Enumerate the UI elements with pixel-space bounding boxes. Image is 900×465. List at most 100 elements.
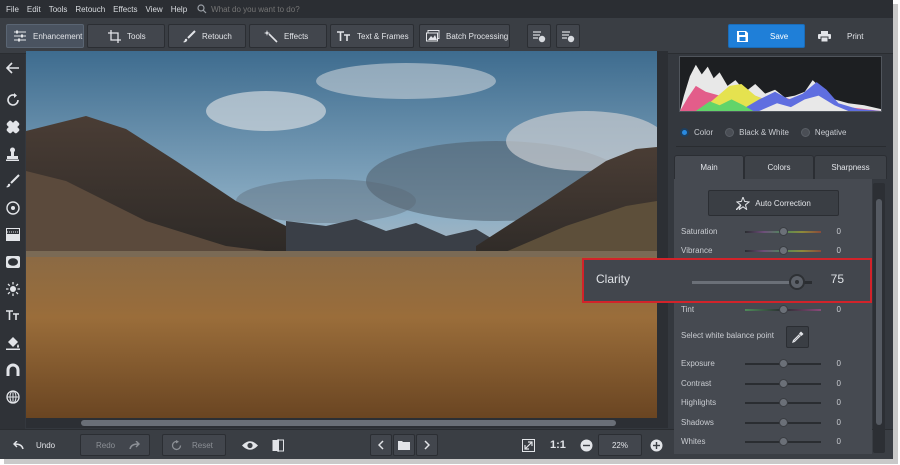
- clarity-slider-callout[interactable]: Clarity 75: [582, 258, 872, 303]
- contrast-slider[interactable]: Contrast 0: [681, 378, 841, 390]
- export-settings-button[interactable]: [556, 24, 580, 48]
- highlights-label: Highlights: [681, 398, 717, 407]
- zoom-level-field[interactable]: 22%: [598, 434, 642, 456]
- open-folder-button[interactable]: [393, 434, 415, 456]
- next-image-button[interactable]: [416, 434, 438, 456]
- vignette-tool[interactable]: [5, 254, 20, 269]
- photo-vertical-scrollbar[interactable]: [657, 51, 668, 428]
- search-input[interactable]: [211, 4, 372, 14]
- tint-slider[interactable]: Tint 0: [681, 304, 841, 316]
- mode-black-white[interactable]: Black & White: [725, 128, 789, 137]
- saturation-slider[interactable]: Saturation 0: [681, 226, 841, 238]
- fill-tool[interactable]: [5, 335, 20, 350]
- magnet-icon: [6, 363, 19, 376]
- fill-bucket-icon: [5, 336, 20, 350]
- shadows-slider[interactable]: Shadows 0: [681, 417, 841, 429]
- menu-edit[interactable]: Edit: [27, 5, 41, 14]
- magnet-tool[interactable]: [5, 362, 20, 377]
- clarity-value: 75: [830, 272, 844, 286]
- compare-button[interactable]: [272, 434, 284, 456]
- mode-negative-label: Negative: [814, 128, 847, 137]
- menu-file[interactable]: File: [6, 5, 19, 14]
- redo-button[interactable]: Redo: [80, 434, 150, 456]
- text-tool[interactable]: [5, 308, 20, 323]
- preview-toggle[interactable]: [242, 434, 258, 456]
- menu-help[interactable]: Help: [171, 5, 187, 14]
- menu-view[interactable]: View: [145, 5, 162, 14]
- tab-enhancement[interactable]: Enhancement: [6, 24, 84, 48]
- sun-icon: [5, 281, 20, 296]
- actual-size-button[interactable]: 1:1: [550, 434, 566, 456]
- tab-effects[interactable]: Effects: [249, 24, 327, 48]
- undo-button[interactable]: Undo: [12, 434, 55, 456]
- exposure-slider[interactable]: Exposure 0: [681, 358, 841, 370]
- exposure-label: Exposure: [681, 359, 715, 368]
- whites-slider[interactable]: Whites 0: [681, 436, 841, 448]
- text-icon: [337, 30, 350, 41]
- highlights-knob[interactable]: [778, 398, 788, 407]
- save-button[interactable]: Save: [728, 24, 805, 48]
- stamp-icon: [6, 147, 19, 161]
- highlights-slider[interactable]: Highlights 0: [681, 397, 841, 409]
- magic-wand-icon: [264, 29, 278, 43]
- brush-icon: [183, 29, 196, 42]
- contrast-knob[interactable]: [778, 379, 788, 388]
- shadows-knob[interactable]: [778, 418, 788, 427]
- previous-image-button[interactable]: [370, 434, 392, 456]
- clarity-knob[interactable]: [789, 274, 805, 290]
- color-mode-group: Color Black & White Negative: [680, 128, 859, 137]
- white-balance-label: Select white balance point: [681, 331, 774, 340]
- import-settings-button[interactable]: [527, 24, 551, 48]
- tab-batch-processing[interactable]: Batch Processing: [419, 24, 510, 48]
- tint-label: Tint: [681, 305, 695, 314]
- saturation-knob[interactable]: [778, 227, 788, 236]
- geo-tool[interactable]: [5, 389, 20, 404]
- zoom-in-button[interactable]: [650, 434, 663, 456]
- radio-black-white[interactable]: [725, 128, 735, 137]
- gradient-filter-tool[interactable]: [5, 227, 20, 242]
- panel-scrollbar[interactable]: [873, 183, 885, 453]
- mode-color[interactable]: Color: [680, 128, 713, 137]
- fit-to-screen-button[interactable]: [522, 434, 535, 456]
- exposure-knob[interactable]: [778, 359, 788, 368]
- rotate-tool[interactable]: [5, 92, 20, 107]
- vibrance-knob[interactable]: [778, 246, 788, 255]
- auto-correction-button[interactable]: Auto Correction: [708, 190, 839, 216]
- vibrance-slider[interactable]: Vibrance 0: [681, 245, 841, 257]
- reset-button[interactable]: Reset: [162, 434, 226, 456]
- tab-sharpness[interactable]: Sharpness: [814, 155, 887, 179]
- print-button[interactable]: Print: [810, 24, 886, 48]
- sliders-icon: [14, 30, 26, 42]
- panel-scroll-thumb[interactable]: [876, 199, 882, 425]
- horizontal-scroll-thumb[interactable]: [81, 420, 616, 426]
- tab-main[interactable]: Main: [674, 155, 744, 179]
- menu-effects[interactable]: Effects: [113, 5, 137, 14]
- reset-label: Reset: [192, 440, 213, 450]
- tab-text-frames[interactable]: Text & Frames: [330, 24, 414, 48]
- tab-retouch[interactable]: Retouch: [168, 24, 246, 48]
- chevron-left-icon: [378, 440, 384, 450]
- back-button[interactable]: [5, 60, 20, 75]
- chevron-right-icon: [424, 440, 430, 450]
- tint-knob[interactable]: [778, 305, 788, 314]
- menu-tools[interactable]: Tools: [49, 5, 68, 14]
- white-balance-picker-button[interactable]: [786, 326, 809, 348]
- tint-value: 0: [836, 305, 841, 314]
- whites-knob[interactable]: [778, 437, 788, 446]
- clone-stamp-tool[interactable]: [5, 146, 20, 161]
- mode-negative[interactable]: Negative: [800, 128, 847, 137]
- shadows-label: Shadows: [681, 418, 714, 427]
- tab-colors[interactable]: Colors: [744, 155, 814, 179]
- photo-canvas[interactable]: [26, 51, 657, 418]
- tab-tools[interactable]: Tools: [87, 24, 165, 48]
- radio-color[interactable]: [680, 128, 689, 137]
- reset-icon: [171, 439, 182, 450]
- radial-filter-tool[interactable]: [5, 200, 20, 215]
- healing-tool[interactable]: [5, 119, 20, 134]
- light-effects-tool[interactable]: [5, 281, 20, 296]
- radio-negative[interactable]: [800, 128, 810, 137]
- adjustment-brush-tool[interactable]: [5, 173, 20, 188]
- menu-retouch[interactable]: Retouch: [75, 5, 105, 14]
- horizontal-scrollbar[interactable]: [26, 418, 657, 428]
- zoom-out-button[interactable]: [580, 434, 593, 456]
